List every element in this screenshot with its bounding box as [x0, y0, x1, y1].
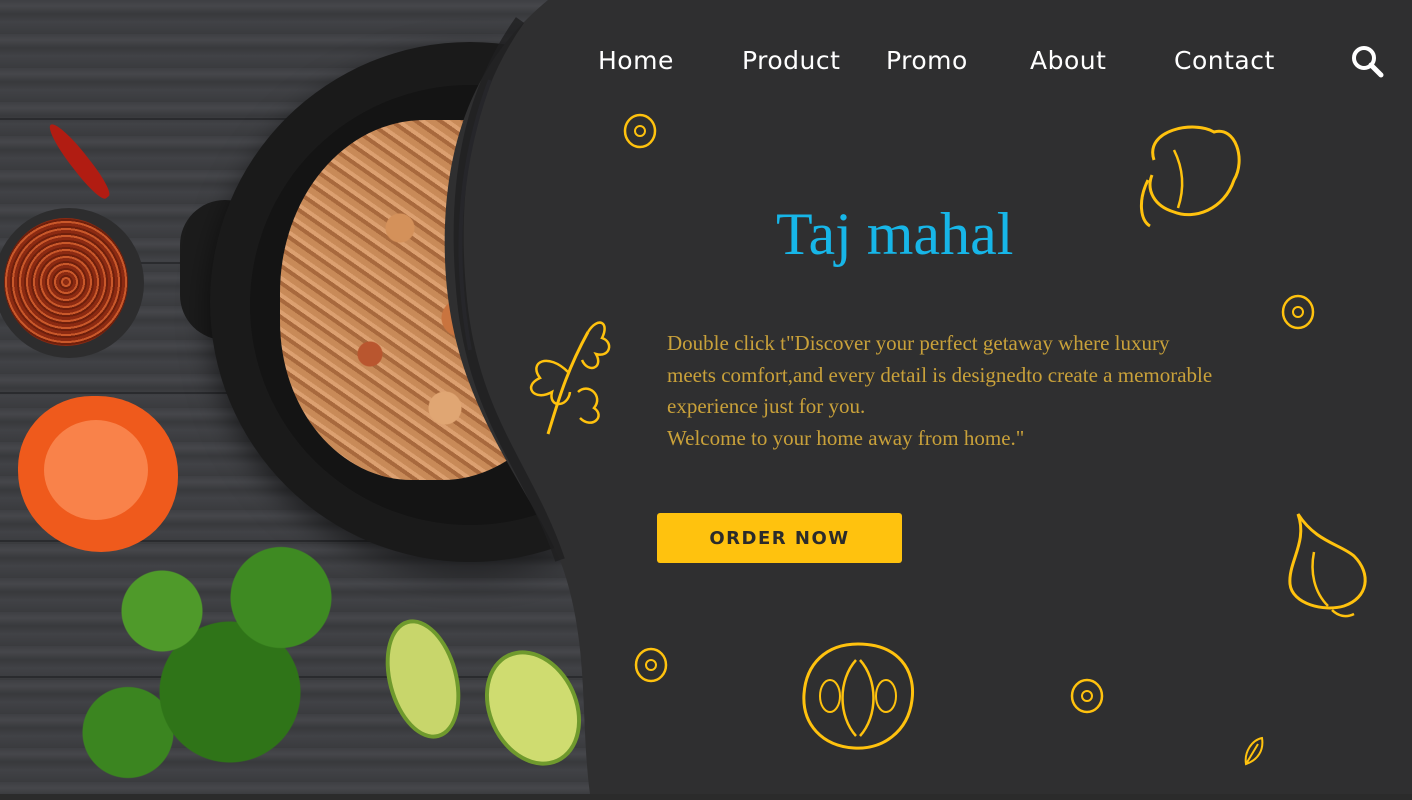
brand-title: Taj mahal — [776, 201, 1014, 267]
top-nav: Home Product Promo About Contact — [0, 46, 1412, 80]
nav-item-promo[interactable]: Promo — [886, 46, 968, 75]
seed-doodle-icon — [1070, 678, 1104, 714]
hero-description: Double click t"Discover your perfect get… — [667, 328, 1307, 454]
search-icon[interactable] — [1350, 44, 1384, 78]
nav-item-home[interactable]: Home — [598, 46, 674, 75]
description-line: Welcome to your home away from home." — [667, 425, 1025, 450]
nav-item-about[interactable]: About — [1030, 46, 1106, 75]
nav-item-product[interactable]: Product — [742, 46, 840, 75]
seed-doodle-icon — [634, 647, 668, 683]
description-line: meets comfort,and every detail is design… — [667, 362, 1213, 387]
tomato-doodle-icon — [802, 642, 915, 750]
description-line: experience just for you. — [667, 394, 866, 418]
seed-doodle-icon — [1281, 294, 1315, 330]
garlic-doodle-icon — [1288, 513, 1367, 618]
description-line: Double click t"Discover your perfect get… — [667, 331, 1170, 355]
parsley-doodle-icon — [529, 321, 611, 435]
leaf-doodle-icon — [1244, 736, 1264, 766]
nav-item-contact[interactable]: Contact — [1174, 46, 1275, 75]
order-now-button[interactable]: ORDER NOW — [657, 513, 902, 563]
seed-doodle-icon — [623, 113, 657, 149]
bell-pepper-doodle-icon — [1140, 125, 1241, 228]
